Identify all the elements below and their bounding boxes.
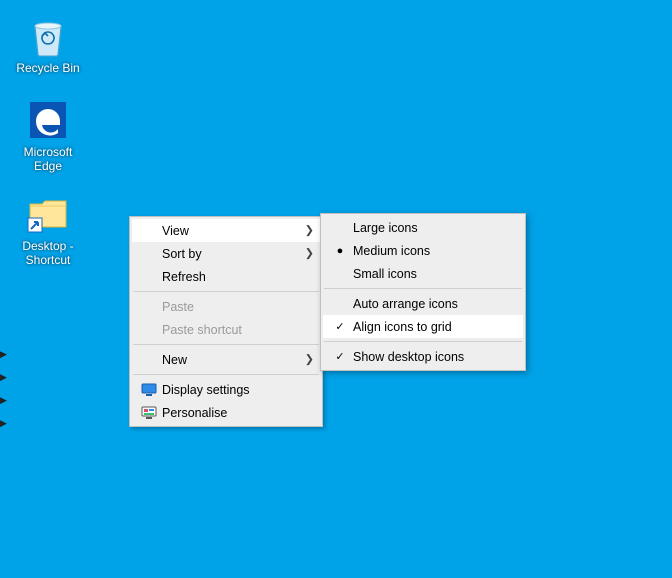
menu-separator xyxy=(133,344,319,345)
menu-separator xyxy=(133,291,319,292)
edge-tick-marks: ▶▶▶▶ xyxy=(0,350,4,428)
menu-item-view[interactable]: View ❯ xyxy=(132,219,320,242)
submenu-item-medium-icons[interactable]: ● Medium icons xyxy=(323,239,523,262)
submenu-item-label: Large icons xyxy=(351,221,503,235)
submenu-item-label: Show desktop icons xyxy=(351,350,503,364)
menu-item-label: Paste shortcut xyxy=(160,323,300,337)
menu-item-label: Paste xyxy=(160,300,300,314)
menu-item-label: Personalise xyxy=(160,406,300,420)
radio-selected-icon: ● xyxy=(329,245,351,257)
menu-item-sort-by[interactable]: Sort by ❯ xyxy=(132,242,320,265)
desktop-context-menu: View ❯ Sort by ❯ Refresh Paste Paste sho… xyxy=(129,216,323,427)
menu-item-display-settings[interactable]: Display settings xyxy=(132,378,320,401)
menu-item-label: View xyxy=(160,224,300,238)
desktop-icon-label: Microsoft Edge xyxy=(8,146,88,174)
submenu-item-label: Small icons xyxy=(351,267,503,281)
submenu-item-show-desktop-icons[interactable]: ✓ Show desktop icons xyxy=(323,345,523,368)
view-submenu: Large icons ● Medium icons Small icons A… xyxy=(320,213,526,371)
desktop-icon-recycle-bin[interactable]: Recycle Bin xyxy=(8,12,88,76)
menu-item-label: Sort by xyxy=(160,247,300,261)
submenu-item-small-icons[interactable]: Small icons xyxy=(323,262,523,285)
personalise-icon xyxy=(138,406,160,420)
desktop-icon-label: Recycle Bin xyxy=(16,62,79,76)
desktop-icon-shortcut[interactable]: Desktop - Shortcut xyxy=(8,190,88,268)
menu-separator xyxy=(324,288,522,289)
submenu-item-auto-arrange[interactable]: Auto arrange icons xyxy=(323,292,523,315)
menu-item-paste-shortcut: Paste shortcut xyxy=(132,318,320,341)
menu-item-personalise[interactable]: Personalise xyxy=(132,401,320,424)
submenu-item-large-icons[interactable]: Large icons xyxy=(323,216,523,239)
checkmark-icon: ✓ xyxy=(329,320,351,333)
submenu-item-label: Auto arrange icons xyxy=(351,297,503,311)
menu-item-label: Display settings xyxy=(160,383,300,397)
recycle-bin-icon xyxy=(24,12,72,60)
menu-item-label: Refresh xyxy=(160,270,300,284)
chevron-right-icon: ❯ xyxy=(305,248,314,259)
edge-icon xyxy=(24,96,72,144)
chevron-right-icon: ❯ xyxy=(305,354,314,365)
chevron-right-icon: ❯ xyxy=(305,225,314,236)
submenu-item-align-to-grid[interactable]: ✓ Align icons to grid xyxy=(323,315,523,338)
menu-item-new[interactable]: New ❯ xyxy=(132,348,320,371)
desktop-icon-edge[interactable]: Microsoft Edge xyxy=(8,96,88,174)
menu-item-label: New xyxy=(160,353,300,367)
desktop-icon-label: Desktop - Shortcut xyxy=(8,240,88,268)
menu-item-paste: Paste xyxy=(132,295,320,318)
display-settings-icon xyxy=(138,383,160,397)
checkmark-icon: ✓ xyxy=(329,350,351,363)
menu-item-refresh[interactable]: Refresh xyxy=(132,265,320,288)
menu-separator xyxy=(133,374,319,375)
menu-separator xyxy=(324,341,522,342)
folder-shortcut-icon xyxy=(24,190,72,238)
submenu-item-label: Medium icons xyxy=(351,244,503,258)
submenu-item-label: Align icons to grid xyxy=(351,320,503,334)
